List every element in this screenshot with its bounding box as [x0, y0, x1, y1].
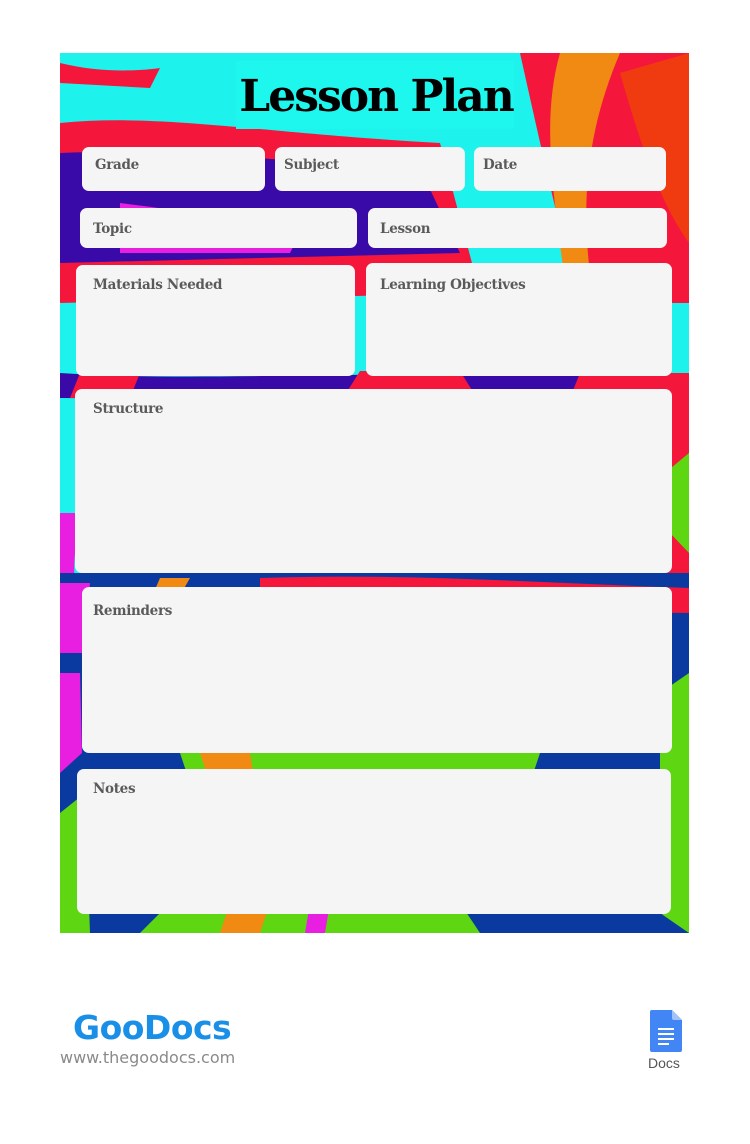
notes-field[interactable]: Notes: [77, 769, 671, 914]
grade-label: Grade: [95, 157, 139, 173]
page-title: Lesson Plan: [239, 71, 514, 122]
docs-label: Docs: [648, 1055, 680, 1071]
date-label: Date: [483, 157, 518, 173]
lesson-plan-page: Lesson Plan Grade Subject Date Topic Les…: [60, 53, 689, 933]
grade-field[interactable]: Grade: [82, 147, 265, 191]
structure-label: Structure: [93, 401, 164, 417]
notes-label: Notes: [93, 781, 136, 797]
date-field[interactable]: Date: [474, 147, 666, 191]
subject-label: Subject: [284, 157, 339, 173]
materials-needed-label: Materials Needed: [93, 277, 223, 293]
goodocs-logo[interactable]: GooDocs: [73, 1008, 232, 1047]
reminders-label: Reminders: [93, 603, 173, 619]
structure-field[interactable]: Structure: [75, 389, 672, 573]
lesson-field[interactable]: Lesson: [368, 208, 667, 248]
google-docs-icon[interactable]: [650, 1010, 682, 1052]
reminders-field[interactable]: Reminders: [82, 587, 672, 753]
lesson-label: Lesson: [380, 221, 431, 237]
topic-label: Topic: [93, 221, 132, 237]
learning-objectives-label: Learning Objectives: [380, 277, 526, 293]
subject-field[interactable]: Subject: [275, 147, 465, 191]
learning-objectives-field[interactable]: Learning Objectives: [366, 263, 672, 376]
website-link[interactable]: www.thegoodocs.com: [60, 1048, 235, 1067]
topic-field[interactable]: Topic: [80, 208, 357, 248]
materials-needed-field[interactable]: Materials Needed: [76, 265, 355, 376]
